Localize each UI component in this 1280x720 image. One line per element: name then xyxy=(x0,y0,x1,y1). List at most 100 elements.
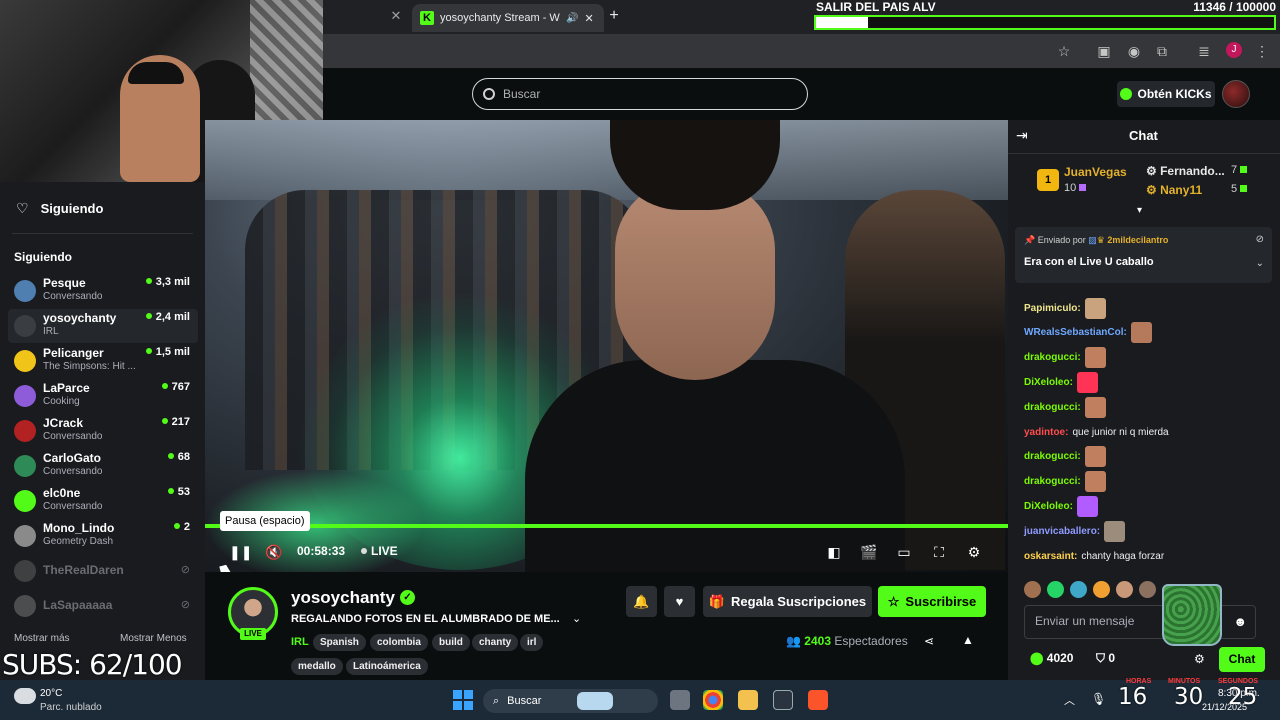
emote-icon[interactable] xyxy=(1116,580,1133,598)
sidebar-offline-channel[interactable]: TheRealDaren ⊘ xyxy=(8,554,198,588)
chrome-icon[interactable] xyxy=(703,690,723,710)
kicks-balance[interactable]: ⬤ 4020 xyxy=(1030,651,1073,665)
show-more-link[interactable]: Mostrar más xyxy=(14,633,70,644)
gift-icon: 🎁 xyxy=(708,593,726,609)
emote-icon[interactable] xyxy=(1024,580,1041,598)
sidebar-following-header[interactable]: ♡ Siguiendo xyxy=(0,188,205,228)
leaderboard-user-1[interactable]: JuanVegas xyxy=(1064,165,1127,179)
vpn-extension-icon[interactable]: ◉ xyxy=(1124,41,1144,61)
category-link[interactable]: IRL xyxy=(291,636,309,648)
task-view-icon[interactable] xyxy=(670,690,690,710)
chat-send-button[interactable]: Chat xyxy=(1219,647,1265,672)
cloud-icon[interactable] xyxy=(14,688,36,704)
gift-subscriptions-button[interactable]: 🎁 Regala Suscripciones xyxy=(703,586,872,617)
chat-username[interactable]: DiXeloleo: xyxy=(1024,501,1073,512)
tab-close-icon[interactable]: ✕ xyxy=(584,12,593,25)
settings-gear-icon[interactable]: ⚙ xyxy=(965,542,983,562)
stream-tag[interactable]: chanty xyxy=(472,634,519,651)
chat-username[interactable]: drakogucci: xyxy=(1024,451,1081,462)
microphone-icon[interactable]: 🎙 xyxy=(1091,692,1106,706)
chat-username[interactable]: drakogucci: xyxy=(1024,352,1081,363)
video-progress-track[interactable] xyxy=(205,524,1008,528)
media-controls-icon[interactable]: ≣ xyxy=(1194,41,1214,61)
sidebar-channel-item[interactable]: yosoychanty IRL 2,4 mil xyxy=(8,309,198,343)
leaderboard-user-2[interactable]: ⚙ Fernando... xyxy=(1146,164,1225,178)
browser-menu-icon[interactable]: ⋮ xyxy=(1252,41,1272,61)
show-less-link[interactable]: Mostrar Menos xyxy=(120,633,187,644)
chat-username[interactable]: Papimiculo: xyxy=(1024,303,1081,314)
weather-description[interactable]: Parc. nublado xyxy=(40,702,102,713)
user-avatar[interactable] xyxy=(1222,80,1250,108)
report-warning-icon[interactable]: ▲ xyxy=(962,633,974,647)
sidebar-channel-item[interactable]: Mono_Lindo Geometry Dash 2 xyxy=(8,519,198,553)
chat-username[interactable]: WRealsSebastianCol: xyxy=(1024,327,1127,338)
obs-icon[interactable] xyxy=(773,690,793,710)
live-indicator[interactable]: LIVE xyxy=(361,544,398,558)
stream-tag[interactable]: Latinoámerica xyxy=(346,658,428,675)
collapse-chat-icon[interactable]: ⇥ xyxy=(1016,127,1028,144)
video-player[interactable] xyxy=(205,120,1008,572)
taskbar-search[interactable]: ⌕ Buscar xyxy=(483,689,658,713)
stream-tag[interactable]: colombia xyxy=(370,634,428,651)
leaderboard-user-3[interactable]: ⚙ Nany11 xyxy=(1146,183,1202,197)
stream-tag[interactable]: Spanish xyxy=(313,634,366,651)
sidebar-offline-channel[interactable]: LaSapaaaaa ⊘ xyxy=(8,589,198,623)
extensions-puzzle-icon[interactable]: ⧉ xyxy=(1152,41,1172,61)
sidebar-channel-item[interactable]: JCrack Conversando 217 xyxy=(8,414,198,448)
brave-icon[interactable] xyxy=(808,690,828,710)
subscribe-button[interactable]: ☆ Suscribirse xyxy=(878,586,986,617)
sidebar-channel-item[interactable]: elc0ne Conversando 53 xyxy=(8,484,198,518)
emote-icon[interactable] xyxy=(1070,580,1087,598)
emoji-picker-icon[interactable]: ☻ xyxy=(1233,614,1247,629)
pause-icon[interactable]: ❚❚ xyxy=(229,542,252,562)
leaderboard-expand-icon[interactable]: ▾ xyxy=(1137,205,1142,216)
bookmark-star-icon[interactable]: ☆ xyxy=(1054,41,1074,61)
follow-heart-button[interactable]: ♥ xyxy=(664,586,695,617)
chevron-down-icon[interactable]: ⌄ xyxy=(1256,258,1264,269)
share-icon[interactable]: ⋖ xyxy=(924,634,934,648)
emote-icon[interactable] xyxy=(1093,580,1110,598)
sidebar-channel-item[interactable]: Pesque Conversando 3,3 mil xyxy=(8,274,198,308)
search-input[interactable] xyxy=(503,87,783,101)
viewers-icon: 👥 xyxy=(786,634,801,648)
browser-profile-icon[interactable]: J xyxy=(1226,42,1242,58)
unpin-icon[interactable]: ⊘ xyxy=(1256,234,1264,245)
stream-tag[interactable]: medallo xyxy=(291,658,343,675)
sidebar-channel-item[interactable]: CarloGato Conversando 68 xyxy=(8,449,198,483)
channel-points[interactable]: ⛉ 0 xyxy=(1096,651,1115,666)
miniplayer-icon[interactable]: ◧ xyxy=(825,542,843,562)
search-bar[interactable] xyxy=(472,78,808,110)
chat-username[interactable]: yadintoe: xyxy=(1024,427,1068,438)
fullscreen-icon[interactable]: ⛶ xyxy=(930,542,948,562)
file-explorer-icon[interactable] xyxy=(738,690,758,710)
theater-mode-icon[interactable]: ▭ xyxy=(895,542,913,562)
emote-icon[interactable] xyxy=(1139,580,1156,598)
chat-username[interactable]: oskarsaint: xyxy=(1024,551,1077,562)
muted-volume-icon[interactable]: 🔇 xyxy=(265,542,283,562)
new-tab-button[interactable]: + xyxy=(606,6,622,26)
get-kicks-button[interactable]: Obtén KICKs xyxy=(1117,81,1215,107)
active-browser-tab[interactable]: K yosoychanty Stream - Watc 🔊 ✕ xyxy=(412,4,604,32)
chat-username[interactable]: DiXeloleo: xyxy=(1024,377,1073,388)
notifications-bell-button[interactable]: 🔔 xyxy=(626,586,657,617)
emote-icon[interactable] xyxy=(1047,580,1064,598)
extension-app-icon[interactable]: ▣ xyxy=(1094,41,1114,61)
stream-tag[interactable]: irl xyxy=(520,634,544,651)
audio-playing-icon[interactable]: 🔊 xyxy=(566,13,578,24)
pinned-author[interactable]: 2mildecilantro xyxy=(1107,235,1168,245)
pinned-message[interactable]: 📌 Enviado por ▨♛ 2mildecilantro Era con … xyxy=(1015,227,1272,283)
previous-tab-close-button[interactable]: ✕ xyxy=(388,8,404,24)
chat-username[interactable]: juanvicaballero: xyxy=(1024,526,1100,537)
chat-username[interactable]: drakogucci: xyxy=(1024,402,1081,413)
tray-chevron-icon[interactable]: ︿ xyxy=(1064,692,1075,708)
sidebar-channel-item[interactable]: LaParce Cooking 767 xyxy=(8,379,198,413)
chevron-down-icon[interactable]: ⌄ xyxy=(572,612,581,625)
sidebar-channel-item[interactable]: Pelicanger The Simpsons: Hit ... 1,5 mil xyxy=(8,344,198,378)
clip-icon[interactable]: 🎬 xyxy=(860,542,878,562)
chat-username[interactable]: drakogucci: xyxy=(1024,476,1081,487)
weather-temperature[interactable]: 20°C xyxy=(40,688,62,699)
stream-tag[interactable]: build xyxy=(432,634,470,651)
channel-name[interactable]: yosoychanty xyxy=(291,588,395,608)
chat-settings-icon[interactable]: ⚙ xyxy=(1194,652,1205,666)
windows-start-button[interactable] xyxy=(453,690,473,710)
